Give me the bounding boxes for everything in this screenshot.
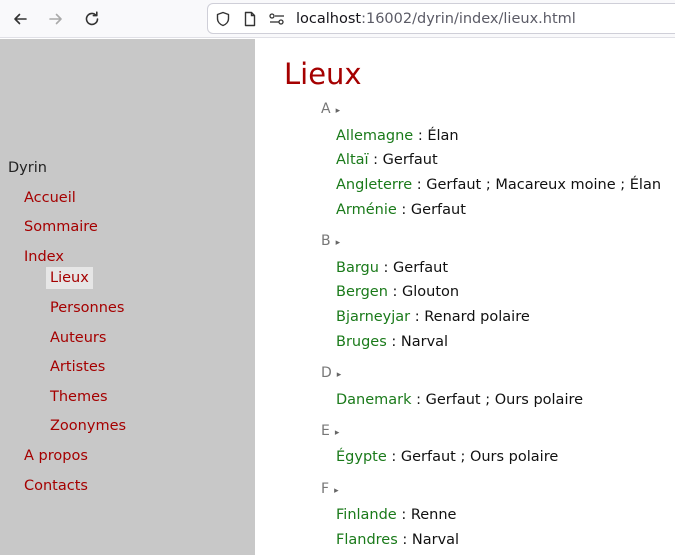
page-icon	[241, 10, 259, 28]
place-link[interactable]: Bergen	[336, 284, 388, 300]
url-host: localhost	[296, 11, 362, 27]
browser-toolbar: localhost:16002/dyrin/index/lieux.html	[0, 0, 675, 38]
url-path: :16002/dyrin/index/lieux.html	[361, 11, 576, 27]
animal-list: : Narval	[386, 334, 449, 350]
list-item: Altaï : Gerfaut	[336, 152, 438, 168]
animal-list: : Renard polaire	[410, 309, 530, 325]
list-item: Danemark : Gerfaut ; Ours polaire	[336, 392, 583, 408]
animal-list: : Gerfaut	[396, 202, 466, 218]
place-link[interactable]: Égypte	[336, 449, 387, 465]
place-link[interactable]: Flandres	[336, 532, 398, 548]
sidebar-link-index[interactable]: Index	[24, 249, 64, 265]
list-item: Bergen : Glouton	[336, 284, 459, 300]
list-item: Égypte : Gerfaut ; Ours polaire	[336, 449, 558, 465]
back-button[interactable]	[8, 7, 32, 31]
sidebar-link-sommaire[interactable]: Sommaire	[24, 219, 98, 235]
sidebar: Dyrin Accueil Sommaire Index Lieux Perso…	[0, 39, 255, 555]
animal-list: : Renne	[396, 507, 457, 523]
sidebar-link-a-propos[interactable]: A propos	[24, 448, 88, 464]
sidebar-link-contacts[interactable]: Contacts	[24, 478, 88, 494]
url-text[interactable]: localhost:16002/dyrin/index/lieux.html	[296, 10, 576, 28]
letter-heading-d: D ▸	[321, 365, 341, 381]
list-item: Arménie : Gerfaut	[336, 202, 466, 218]
list-item: Angleterre : Gerfaut ; Macareux moine ; …	[336, 177, 661, 193]
site-title: Dyrin	[8, 160, 47, 176]
sidebar-link-accueil[interactable]: Accueil	[24, 190, 76, 206]
forward-button[interactable]	[44, 7, 68, 31]
sidebar-link-zoonymes[interactable]: Zoonymes	[50, 418, 126, 434]
animal-list: : Gerfaut ; Macareux moine ; Élan	[412, 177, 662, 193]
animal-list: : Narval	[397, 532, 460, 548]
letter-label: B	[321, 233, 331, 249]
place-link[interactable]: Arménie	[336, 202, 397, 218]
sidebar-link-themes[interactable]: Themes	[50, 389, 108, 405]
page-title: Lieux	[284, 57, 362, 91]
sidebar-link-personnes[interactable]: Personnes	[50, 300, 124, 316]
arrow-left-icon	[14, 13, 27, 25]
toggle-triangle-icon[interactable]: ▸	[336, 238, 341, 248]
sidebar-link-artistes[interactable]: Artistes	[50, 359, 105, 375]
list-item: Bjarneyjar : Renard polaire	[336, 309, 530, 325]
place-link[interactable]: Danemark	[336, 392, 412, 408]
place-link[interactable]: Angleterre	[336, 177, 412, 193]
list-item: Finlande : Renne	[336, 507, 456, 523]
place-link[interactable]: Finlande	[336, 507, 397, 523]
letter-label: F	[321, 481, 330, 497]
shield-icon[interactable]	[214, 10, 232, 28]
letter-heading-a: A ▸	[321, 101, 340, 117]
letter-heading-e: E ▸	[321, 423, 339, 439]
list-item: Bargu : Gerfaut	[336, 260, 448, 276]
toggle-triangle-icon[interactable]: ▸	[335, 428, 340, 438]
place-link[interactable]: Bargu	[336, 260, 379, 276]
letter-label: D	[321, 365, 332, 381]
animal-list: : Gerfaut ; Ours polaire	[386, 449, 559, 465]
place-link[interactable]: Bruges	[336, 334, 387, 350]
list-item: Flandres : Narval	[336, 532, 459, 548]
sidebar-link-auteurs[interactable]: Auteurs	[50, 330, 106, 346]
list-item: Allemagne : Élan	[336, 128, 459, 144]
animal-list: : Gerfaut ; Ours polaire	[411, 392, 584, 408]
animal-list: : Gerfaut	[368, 152, 438, 168]
letter-label: A	[321, 101, 331, 117]
url-bar[interactable]: localhost:16002/dyrin/index/lieux.html	[207, 3, 675, 34]
toggle-triangle-icon[interactable]: ▸	[337, 370, 342, 380]
animal-list: : Glouton	[387, 284, 460, 300]
place-link[interactable]: Altaï	[336, 152, 369, 168]
toggle-triangle-icon[interactable]: ▸	[336, 106, 341, 116]
place-link[interactable]: Allemagne	[336, 128, 413, 144]
reload-button[interactable]	[80, 7, 104, 31]
letter-label: E	[321, 423, 330, 439]
animal-list: : Gerfaut	[378, 260, 449, 276]
main-content: Lieux A ▸ Allemagne : Élan Altaï : Gerfau…	[256, 39, 675, 555]
sidebar-link-lieux[interactable]: Lieux	[46, 267, 93, 289]
letter-heading-b: B ▸	[321, 233, 340, 249]
reload-icon	[85, 11, 99, 26]
arrow-right-icon	[49, 13, 62, 25]
list-item: Bruges : Narval	[336, 334, 448, 350]
connection-settings-icon[interactable]	[268, 10, 286, 28]
letter-heading-f: F ▸	[321, 481, 339, 497]
toggle-triangle-icon[interactable]: ▸	[334, 486, 339, 496]
animal-list: : Élan	[413, 128, 459, 144]
place-link[interactable]: Bjarneyjar	[336, 309, 410, 325]
